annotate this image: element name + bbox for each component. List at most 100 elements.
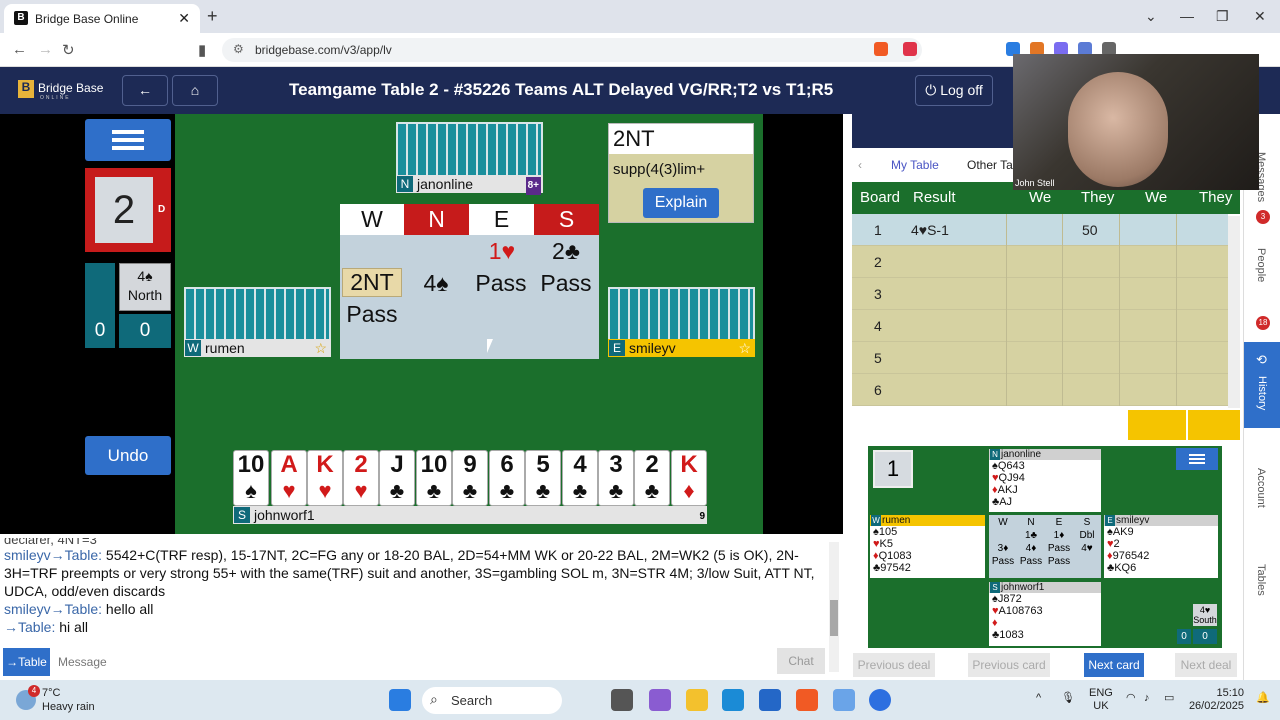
zoom-icon[interactable] — [869, 689, 891, 711]
playing-card[interactable]: A ♥ — [271, 450, 307, 506]
side-tab-people[interactable]: People — [1255, 248, 1267, 282]
url-field[interactable]: ⚙ bridgebase.com/v3/app/lv — [222, 38, 922, 62]
language-indicator[interactable]: ENG UK — [1089, 687, 1113, 713]
chat-send-button[interactable]: Chat — [777, 648, 825, 674]
tab-search-chevron-icon[interactable]: ⌄ — [1145, 8, 1157, 25]
playing-card[interactable]: 10 ♠ — [233, 450, 269, 506]
playing-card[interactable]: 6 ♣ — [489, 450, 525, 506]
brave-shield-icon[interactable] — [874, 42, 888, 56]
wifi-icon[interactable]: ◠ — [1126, 692, 1136, 705]
tab-my-table[interactable]: My Table — [891, 158, 939, 172]
table-row[interactable]: 4 — [852, 310, 1228, 342]
table-row[interactable]: 5 — [852, 342, 1228, 374]
forward-icon[interactable]: → — [38, 41, 53, 58]
player-name: johnworf1 — [254, 507, 315, 523]
playing-card[interactable]: 2 ♣ — [634, 450, 670, 506]
minimize-icon[interactable]: — — [1180, 8, 1194, 24]
previous-card-button[interactable]: Previous card — [968, 653, 1050, 677]
row-they: 50 — [1082, 222, 1098, 238]
auction-header-s: S — [1083, 517, 1091, 528]
microphone-icon[interactable]: 🎙 — [1061, 692, 1075, 705]
battery-icon[interactable]: ▭ — [1164, 692, 1174, 705]
west-nameplate[interactable]: Wrumen ☆ — [184, 339, 331, 357]
notification-bell-icon[interactable]: 🔔 — [1256, 692, 1270, 705]
back-icon[interactable]: ← — [12, 41, 27, 58]
score-right: 0 — [119, 314, 171, 348]
card-suit-icon: ♣ — [426, 478, 442, 503]
star-icon[interactable]: ☆ — [314, 339, 327, 357]
back-arrow-button[interactable]: ← — [122, 75, 168, 106]
south-nameplate[interactable]: Sjohnworf1 9 — [233, 506, 707, 524]
card-suit-icon: ♣ — [572, 478, 588, 503]
playing-card[interactable]: 2 ♥ — [343, 450, 379, 506]
player-name: johnworf1 — [1001, 582, 1045, 593]
explain-button[interactable]: Explain — [643, 188, 719, 218]
windows-start-icon[interactable] — [389, 689, 411, 711]
browser-tab[interactable]: B Bridge Base Online ✕ — [4, 4, 200, 33]
next-deal-button[interactable]: Next deal — [1175, 653, 1237, 677]
url-text: bridgebase.com/v3/app/lv — [255, 43, 392, 57]
edge-icon[interactable] — [722, 689, 744, 711]
side-tab-history[interactable]: History ⟲ — [1244, 342, 1280, 428]
table-row[interactable]: 3 — [852, 278, 1228, 310]
playing-card[interactable]: K ♥ — [307, 450, 343, 506]
app-icon[interactable] — [833, 689, 855, 711]
maximize-icon[interactable]: ❐ — [1216, 8, 1229, 25]
browser-tabbar: B Bridge Base Online ✕ + ⌄ — ❐ ✕ — [0, 0, 1280, 33]
review-board-number: 1 — [873, 450, 913, 488]
next-card-button[interactable]: Next card — [1084, 653, 1144, 677]
previous-deal-button[interactable]: Previous deal — [853, 653, 935, 677]
weather-widget[interactable]: 7°C Heavy rain — [42, 686, 95, 714]
table-row[interactable]: 1 4♥S-1 50 — [852, 214, 1228, 246]
bbo-logo[interactable]: B Bridge Base ONLINE — [18, 80, 103, 101]
card-suit-icon: ♥ — [354, 478, 368, 503]
side-tab-account[interactable]: Account — [1255, 468, 1267, 508]
logoff-button[interactable]: ⏻ Log off — [915, 75, 993, 106]
east-nameplate[interactable]: Esmileyv ☆ — [608, 339, 755, 357]
taskbar-search[interactable]: ⌕ Search — [422, 687, 562, 714]
auction-header-w: W — [998, 517, 1008, 528]
tray-chevron-icon[interactable]: ^ — [1036, 692, 1041, 705]
card-rank: 2 — [645, 451, 659, 478]
clock[interactable]: 15:10 26/02/2025 — [1184, 687, 1244, 713]
brave-icon[interactable] — [796, 689, 818, 711]
auction-bid-selected[interactable]: 2NT — [342, 268, 402, 297]
playing-card[interactable]: K ♦ — [671, 450, 707, 506]
table-row[interactable]: 2 — [852, 246, 1228, 278]
copilot-icon[interactable] — [649, 689, 671, 711]
brave-rewards-icon[interactable] — [903, 42, 917, 56]
window-close-icon[interactable]: ✕ — [1254, 8, 1266, 25]
results-scrollbar[interactable] — [1228, 216, 1240, 408]
reload-icon[interactable]: ↻ — [62, 41, 75, 59]
auction-header-e: E — [1055, 517, 1063, 528]
new-tab-icon[interactable]: + — [207, 6, 218, 27]
tab-other-tables[interactable]: Other Tab — [967, 158, 1019, 172]
review-menu-button[interactable] — [1176, 448, 1218, 470]
bidding-box: W N E S 1♥ 2♣ 2NT 4♠ Pass Pass Pass — [340, 204, 599, 359]
playing-card[interactable]: 3 ♣ — [598, 450, 634, 506]
bookmark-icon[interactable]: ▮ — [198, 41, 206, 59]
table-row[interactable]: 6 — [852, 374, 1228, 406]
volume-icon[interactable]: ♪ — [1144, 692, 1150, 705]
playing-card[interactable]: J ♣ — [379, 450, 415, 506]
store-icon[interactable] — [759, 689, 781, 711]
playing-card[interactable]: 5 ♣ — [525, 450, 561, 506]
undo-button[interactable]: Undo — [85, 436, 171, 475]
tab-close-icon[interactable]: ✕ — [178, 10, 190, 27]
task-view-icon[interactable] — [611, 689, 633, 711]
chat-message-input[interactable]: Message — [58, 655, 107, 669]
star-icon[interactable]: ☆ — [738, 339, 751, 357]
chat-recipient-button[interactable]: →Table — [3, 648, 50, 676]
chat-scrollbar[interactable] — [829, 542, 839, 672]
side-tab-tables[interactable]: Tables — [1255, 564, 1267, 596]
hamburger-menu-button[interactable] — [85, 119, 171, 161]
home-button[interactable]: ⌂ — [172, 75, 218, 106]
auction-bid: Pass — [1047, 543, 1071, 554]
playing-card[interactable]: 4 ♣ — [562, 450, 598, 506]
site-info-icon[interactable]: ⚙ — [233, 42, 244, 56]
playing-card[interactable]: 9 ♣ — [452, 450, 488, 506]
playing-card[interactable]: 10 ♣ — [416, 450, 452, 506]
file-explorer-icon[interactable] — [686, 689, 708, 711]
tabs-prev-icon[interactable]: ‹ — [858, 158, 862, 172]
north-nameplate[interactable]: Njanonline 8+ — [396, 175, 543, 195]
